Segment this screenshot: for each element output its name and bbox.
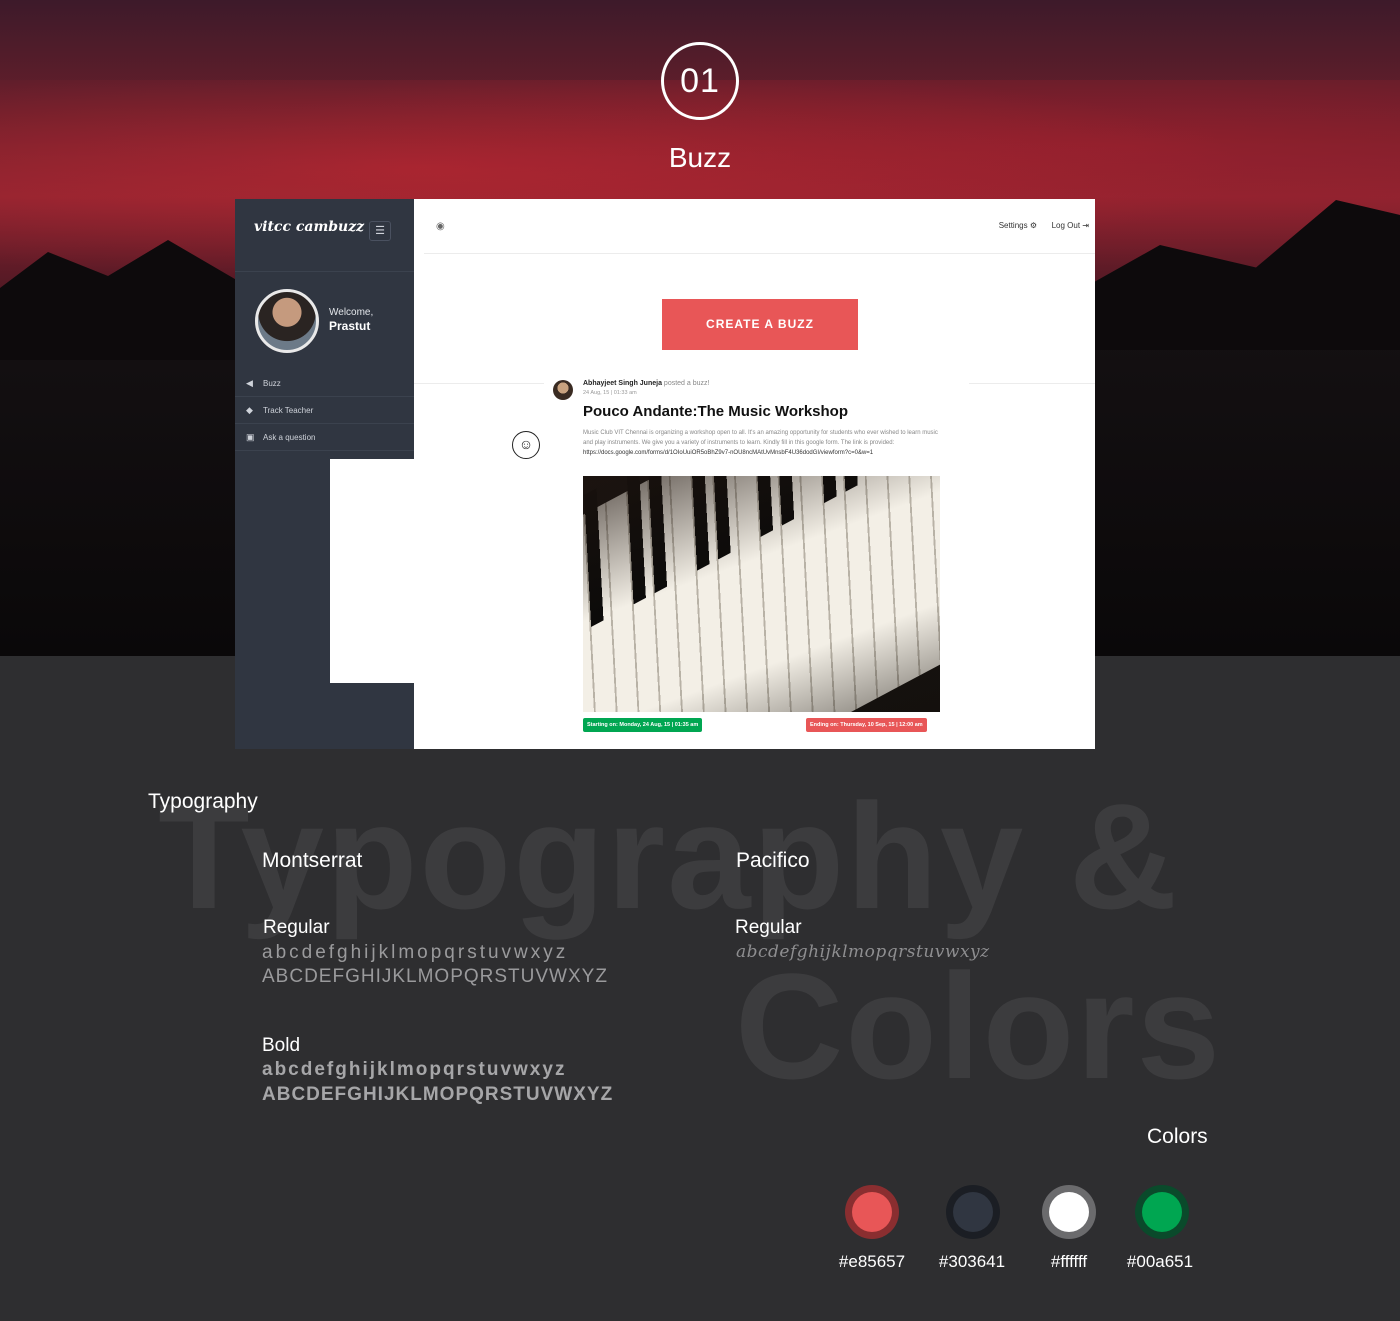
post-author-avatar[interactable] bbox=[553, 380, 573, 400]
post-author[interactable]: Abhayjeet Singh Juneja posted a buzz! bbox=[583, 380, 709, 387]
create-buzz-button[interactable]: CREATE A BUZZ bbox=[662, 299, 858, 350]
montserrat-regular-uppercase: ABCDEFGHIJKLMOPQRSTUVWXYZ bbox=[262, 966, 608, 987]
color-swatch-white bbox=[1042, 1185, 1096, 1239]
post-image-piano bbox=[583, 476, 940, 712]
colors-heading: Colors bbox=[1147, 1125, 1208, 1148]
logout-icon: ⇥ bbox=[1082, 221, 1089, 230]
montserrat-bold-uppercase: ABCDEFGHIJKLMOPQRSTUVWXYZ bbox=[262, 1084, 614, 1105]
user-icon[interactable]: ☺ bbox=[512, 431, 540, 459]
brand-logo[interactable]: vitcc cambuzz bbox=[254, 219, 364, 235]
user-name: Prastut bbox=[329, 319, 371, 333]
logout-link[interactable]: Log Out ⇥ bbox=[1052, 221, 1089, 230]
montserrat-regular-label: Regular bbox=[263, 917, 330, 938]
post-body: Music Club VIT Chennai is organizing a w… bbox=[583, 428, 945, 458]
pacifico-regular-lowercase: abcdefghijklmopqrstuvwxyz bbox=[736, 942, 990, 962]
question-screen-icon: ▣ bbox=[246, 432, 255, 442]
topbar: ◉ Settings ⚙ Log Out ⇥ bbox=[424, 199, 1095, 254]
color-swatch-dark bbox=[946, 1185, 1000, 1239]
color-swatch-red bbox=[845, 1185, 899, 1239]
app-mockup: vitcc cambuzz ☰ Welcome, Prastut ◀ Buzz … bbox=[235, 199, 1095, 749]
post-date: 24 Aug, 15 | 01:33 am bbox=[583, 390, 637, 396]
main-content: ◉ Settings ⚙ Log Out ⇥ CREATE A BUZZ ☺ A… bbox=[414, 199, 1095, 749]
graduation-cap-icon: ◆ bbox=[246, 405, 253, 415]
post-form-link[interactable]: https://docs.google.com/forms/d/1OIoUuiO… bbox=[583, 450, 873, 456]
post-verb: posted a buzz! bbox=[663, 380, 710, 387]
watermark-colors: Colors bbox=[735, 942, 1223, 1110]
sidebar-item-buzz[interactable]: ◀ Buzz bbox=[235, 370, 414, 397]
sidebar-item-ask-question[interactable]: ▣ Ask a question bbox=[235, 424, 414, 451]
settings-link[interactable]: Settings ⚙ bbox=[999, 221, 1037, 230]
notification-icon[interactable]: ◉ bbox=[436, 221, 445, 232]
settings-label: Settings bbox=[998, 221, 1028, 230]
gear-icon: ⚙ bbox=[1029, 221, 1037, 230]
pacifico-regular-label: Regular bbox=[735, 917, 802, 938]
color-hex-label: #00a651 bbox=[1126, 1252, 1194, 1271]
sidebar-item-track-teacher[interactable]: ◆ Track Teacher bbox=[235, 397, 414, 424]
panel-overlay bbox=[330, 459, 414, 683]
color-hex-label: #ffffff bbox=[1050, 1252, 1088, 1271]
end-date-badge: Ending on: Thursday, 10 Sep, 15 | 12:00 … bbox=[806, 718, 927, 732]
post-author-name: Abhayjeet Singh Juneja bbox=[583, 380, 662, 387]
start-date-badge: Starting on: Monday, 24 Aug, 15 | 01:35 … bbox=[583, 718, 703, 732]
logout-label: Log Out bbox=[1051, 221, 1081, 230]
step-title: Buzz bbox=[668, 142, 732, 173]
avatar bbox=[255, 289, 319, 353]
color-hex-label: #e85657 bbox=[838, 1252, 906, 1271]
montserrat-bold-label: Bold bbox=[262, 1035, 301, 1056]
font-name-montserrat: Montserrat bbox=[262, 849, 363, 872]
megaphone-icon: ◀ bbox=[246, 378, 253, 388]
sidebar-item-label: Track Teacher bbox=[263, 406, 314, 415]
post-body-text: Music Club VIT Chennai is organizing a w… bbox=[583, 430, 938, 446]
montserrat-regular-lowercase: abcdefghijklmopqrstuvwxyz bbox=[262, 942, 569, 963]
color-hex-label: #303641 bbox=[938, 1252, 1006, 1271]
welcome-text: Welcome, bbox=[329, 307, 374, 318]
hamburger-icon[interactable]: ☰ bbox=[369, 221, 391, 241]
montserrat-bold-lowercase: abcdefghijklmopqrstuvwxyz bbox=[262, 1059, 567, 1080]
step-number: 01 bbox=[661, 42, 739, 120]
sidebar-item-label: Ask a question bbox=[263, 433, 316, 442]
sidebar-item-label: Buzz bbox=[263, 379, 281, 388]
color-swatch-green bbox=[1135, 1185, 1189, 1239]
post-title: Pouco Andante:The Music Workshop bbox=[583, 403, 849, 420]
divider bbox=[235, 271, 414, 272]
font-name-pacifico: Pacifico bbox=[736, 849, 810, 872]
typography-heading: Typography bbox=[148, 790, 258, 813]
